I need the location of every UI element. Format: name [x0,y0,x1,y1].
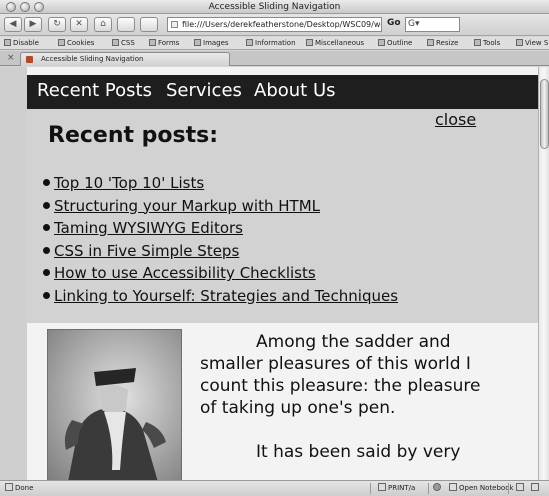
notebook-icon [449,483,457,491]
forms-icon [149,39,156,46]
vertical-scrollbar[interactable] [538,67,549,480]
search-input[interactable]: G▾ [405,17,460,32]
miscellaneous-icon [306,39,313,46]
images-menu[interactable]: Images [194,37,229,49]
navigation-toolbar: ◀ ▶ ↻ ✕ ⌂ file:///Users/derekfeatherston… [0,14,549,36]
tab-strip: × Accessible Sliding Navigation [0,51,549,66]
list-item: Top 10 'Top 10' Lists [43,172,398,195]
browser-viewport: Recent Posts Services About Us close Rec… [0,67,538,480]
list-item: CSS in Five Simple Steps [43,240,398,263]
window-titlebar: Accessible Sliding Navigation [0,0,549,14]
back-icon[interactable]: ◀ [4,17,22,32]
check-status[interactable] [433,481,443,496]
status-divider [428,483,429,494]
check-icon [433,483,441,491]
web-page: Recent Posts Services About Us close Rec… [27,67,538,480]
bullet-icon [43,224,50,231]
panel-heading: Recent posts: [48,123,219,148]
tools-menu[interactable]: Tools [474,37,500,49]
disable-menu[interactable]: Disable [4,37,39,49]
list-item: Linking to Yourself: Strategies and Tech… [43,285,398,308]
outline-icon [378,39,385,46]
favicon-icon [26,56,33,63]
recent-posts-panel: close Recent posts: Top 10 'Top 10' List… [27,109,538,323]
site-navigation: Recent Posts Services About Us [27,75,538,109]
post-link[interactable]: Structuring your Markup with HTML [54,197,320,215]
extension-status[interactable] [516,481,526,496]
article-photo [47,329,182,480]
disable-icon [4,39,11,46]
post-link[interactable]: CSS in Five Simple Steps [54,242,239,260]
information-menu[interactable]: Information [246,37,296,49]
resize-icon [427,39,434,46]
reload-icon[interactable]: ↻ [48,17,66,32]
post-link[interactable]: Taming WYSIWYG Editors [54,219,243,237]
status-indicator: Done [5,481,33,496]
tab-title: Accessible Sliding Navigation [41,55,144,63]
security-status[interactable] [531,481,541,496]
stop-icon[interactable]: ✕ [70,17,88,32]
status-icon [5,483,13,491]
print-icon [378,483,386,491]
home-icon[interactable]: ⌂ [94,17,112,32]
window-title: Accessible Sliding Navigation [208,2,341,12]
miscellaneous-menu[interactable]: Miscellaneous [306,37,364,49]
images-icon [194,39,201,46]
page-icon [171,21,178,28]
nav-about-us[interactable]: About Us [254,80,336,102]
nav-recent-posts[interactable]: Recent Posts [37,80,152,102]
zoom-window-icon[interactable] [34,2,44,12]
cookies-icon [58,39,65,46]
information-icon [246,39,253,46]
web-developer-toolbar: Disable Cookies CSS Forms Images Informa… [0,37,549,50]
post-link[interactable]: Linking to Yourself: Strategies and Tech… [54,287,398,305]
article-paragraph: It has been said by very [256,442,461,462]
bullet-icon [43,201,50,209]
scrollbar-thumb[interactable] [540,79,549,149]
minimize-window-icon[interactable] [20,2,30,12]
status-divider [508,483,509,494]
print-status[interactable]: PRINT/a [378,481,415,496]
new-tab-icon[interactable] [140,17,158,32]
list-item: Structuring your Markup with HTML [43,195,398,218]
post-link[interactable]: Top 10 'Top 10' Lists [54,174,204,192]
extension-icon [516,483,524,491]
outline-menu[interactable]: Outline [378,37,412,49]
tools-icon [474,39,481,46]
list-item: How to use Accessibility Checklists [43,262,398,285]
article-body: Among the sadder and smaller pleasures o… [200,331,500,480]
list-item: Taming WYSIWYG Editors [43,217,398,240]
view-source-menu[interactable]: View S [516,37,548,49]
bullet-icon [43,246,50,254]
bookmark-icon[interactable] [117,17,135,32]
article-paragraph: Among the sadder and smaller pleasures o… [200,332,481,418]
recent-posts-list: Top 10 'Top 10' Lists Structuring your M… [43,172,398,307]
resize-menu[interactable]: Resize [427,37,458,49]
close-window-icon[interactable] [6,2,16,12]
go-button[interactable]: Go [387,18,401,28]
bullet-icon [43,291,50,299]
post-link[interactable]: How to use Accessibility Checklists [54,264,316,282]
forward-icon[interactable]: ▶ [24,17,42,32]
lock-icon [531,483,539,491]
cookies-menu[interactable]: Cookies [58,37,94,49]
nav-services[interactable]: Services [166,80,242,102]
figurine-image [64,368,166,480]
css-icon [112,39,119,46]
close-link[interactable]: close [435,110,476,129]
tab-close-icon[interactable]: × [7,54,15,63]
bullet-icon [43,269,50,276]
status-bar: Done PRINT/a Open Notebook [0,480,549,496]
view-source-icon [516,39,523,46]
forms-menu[interactable]: Forms [149,37,179,49]
status-divider [370,483,371,494]
url-text: file:///Users/derekfeatherstone/Desktop/… [182,20,382,29]
address-bar[interactable]: file:///Users/derekfeatherstone/Desktop/… [167,17,382,32]
css-menu[interactable]: CSS [112,37,135,49]
tab-accessible-sliding-navigation[interactable]: Accessible Sliding Navigation [20,52,230,66]
bullet-icon [43,179,50,186]
open-notebook[interactable]: Open Notebook [449,481,514,496]
